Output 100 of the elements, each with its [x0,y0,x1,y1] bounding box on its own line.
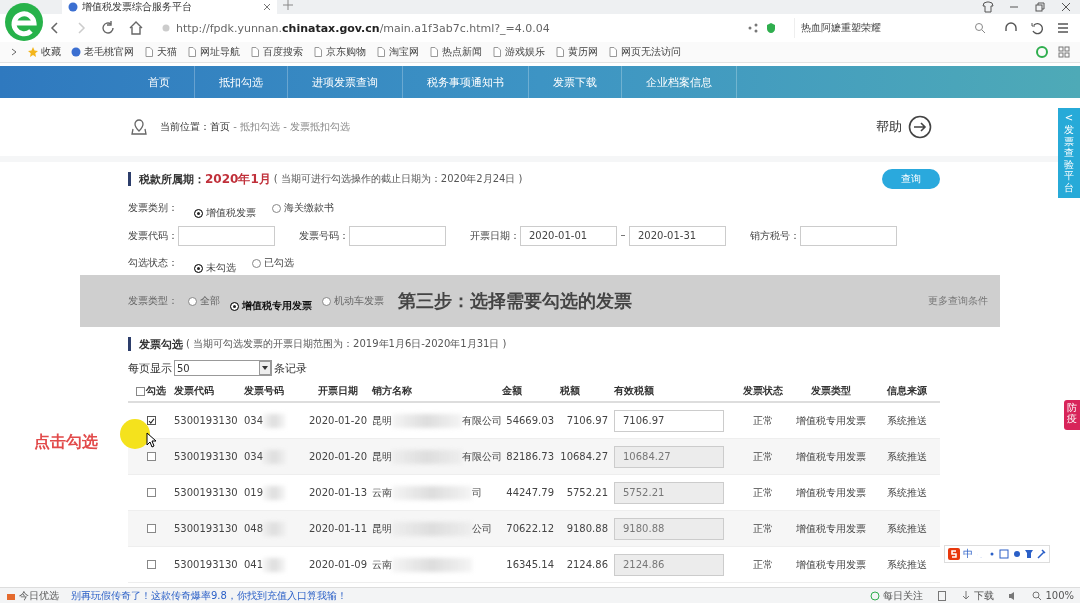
table-cell-text: 2020-01-09 [307,559,369,570]
shield-icon[interactable] [766,22,776,34]
table-cell: 034 [244,451,264,462]
status-item[interactable]: 下载 [961,588,995,603]
page-icon [187,47,197,57]
tax-input[interactable]: 7106.97 [614,409,724,432]
table-cell-text: 增值税专用发票 [795,521,867,536]
page-size-select[interactable]: 50 [174,360,272,376]
row-checkbox[interactable] [146,452,156,461]
table-cell-text: 5300193130 [174,523,239,534]
table-cell-text: 5300193130 [174,451,239,462]
radio-option[interactable]: 全部 [188,294,220,308]
search-field[interactable]: 热血阿嬷重塑荣耀 [794,18,992,38]
column-header: 销方名称 [372,384,413,398]
ime-logo-icon [948,548,960,560]
bookmark-link[interactable]: 百度搜索 [250,45,303,59]
blurred-area [263,557,286,572]
bookmark-link[interactable]: 老毛桃官网 [71,45,134,59]
bookmark-link[interactable]: 京东购物 [313,45,366,59]
nav-item[interactable]: 税务事项通知书 [403,66,529,98]
row-checkbox[interactable] [146,524,156,533]
row-checkbox[interactable] [146,560,156,569]
table-cell-text: 9180.88 [565,523,609,534]
epidemic-badge[interactable]: 防疫 [1064,400,1080,430]
table-cell-text: 2020-01-13 [307,487,369,498]
bookmark-link[interactable]: 淘宝网 [376,45,419,59]
bookmark-link[interactable]: 网页无法访问 [608,45,681,59]
table-cell-text: 正常 [752,413,774,428]
highlight-circle [120,419,150,449]
radio-option[interactable]: 未勾选 [194,261,236,275]
share-icon[interactable] [748,23,758,33]
page-icon [313,47,323,57]
globe-icon [68,2,78,12]
row-checkbox[interactable] [146,488,156,497]
new-tab-icon[interactable] [283,0,293,10]
radio-option[interactable]: 增值税专用发票 [230,299,312,313]
column-header: 发票号码 [244,384,285,398]
page-size-label: 条记录 [274,360,307,376]
table-cell-text: 5752.21 [565,487,609,498]
date-field[interactable]: 2020-01-01 [520,225,617,246]
close-icon[interactable] [263,3,271,11]
table-cell-text: 增值税专用发票 [795,449,867,464]
page-size-label: 每页显示 [128,360,172,376]
globe-icon [71,47,81,57]
download-icon [961,590,972,601]
page-icon[interactable] [937,590,948,601]
input-field[interactable] [178,225,275,246]
nav-item[interactable]: 进项发票查询 [288,66,403,98]
select-all-checkbox[interactable]: 勾选 [128,384,174,398]
close-icon[interactable] [1060,1,1072,13]
nav-item[interactable]: 首页 [124,66,195,98]
column-header: 税额 [560,384,581,398]
bookmark-link[interactable]: 天猫 [144,45,177,59]
star-icon [28,47,38,57]
bookmark-link[interactable]: 收藏 [28,45,61,59]
help-link[interactable]: 帮助 [876,115,932,139]
radio-option[interactable]: 增值税发票 [194,206,256,220]
grid-icon[interactable] [1058,46,1070,58]
bookmark-link[interactable]: 网址导航 [187,45,240,59]
page-icon [608,47,618,57]
nav-item[interactable]: 抵扣勾选 [195,66,288,98]
breadcrumb: 当前位置：首页 - 抵扣勾选 - 发票抵扣勾选 [160,120,350,134]
column-header: 发票代码 [174,384,215,398]
sidebar-toggle-icon[interactable] [10,48,18,56]
bookmark-link[interactable]: 热点新闻 [429,45,482,59]
radio-option[interactable]: 机动车发票 [322,294,384,308]
browser-tab[interactable]: 增值税发票综合服务平台 [62,0,277,14]
home-icon[interactable] [128,20,144,36]
radio-option[interactable]: 海关缴款书 [272,201,334,215]
ime-tools-icon [976,549,1046,559]
menu-icon[interactable] [1056,21,1070,35]
news-ticker[interactable]: 别再玩假传奇了！这款传奇爆率9.8，你找到充值入口算我输！ [71,588,347,603]
status-item[interactable]: 每日关注 [870,588,924,603]
table-cell: 019 [244,487,264,498]
status-item[interactable]: 100% [1032,590,1074,601]
table-cell: 昆明 [372,449,392,464]
status-item[interactable]: 今日优选 [6,588,59,603]
table-cell-text: 16345.14 [505,559,555,570]
table-cell-text: 正常 [752,521,774,536]
circle-icon[interactable] [1036,46,1048,58]
row-checkbox[interactable] [146,416,156,425]
bookmark-link[interactable]: 游戏娱乐 [492,45,545,59]
restore-icon[interactable] [1034,1,1046,13]
page-icon [555,47,565,57]
bookmark-link[interactable]: 黄历网 [555,45,598,59]
table-cell-text: 2124.86 [565,559,609,570]
table-cell-text: 2020-01-20 [307,415,369,426]
undo-icon[interactable] [1030,21,1044,35]
table-cell-text: 增值税专用发票 [795,557,867,572]
date-field[interactable]: 2020-01-31 [629,225,726,246]
input-field[interactable] [349,225,446,246]
table-cell: 司 [472,485,482,500]
shirt-icon[interactable] [982,1,994,13]
reload-icon[interactable] [100,20,116,36]
address-field[interactable]: http://fpdk.yunnan.chinatax.gov.cn/main.a1f3ab7c.html?_=4.0.04 [156,17,782,39]
input-field[interactable] [800,225,897,246]
radio-option[interactable]: 已勾选 [252,256,294,270]
ime-toolbar[interactable]: 中 [944,545,1050,563]
table-cell: 有限公司 [462,449,502,464]
table-cell-text: 系统推送 [886,521,928,536]
